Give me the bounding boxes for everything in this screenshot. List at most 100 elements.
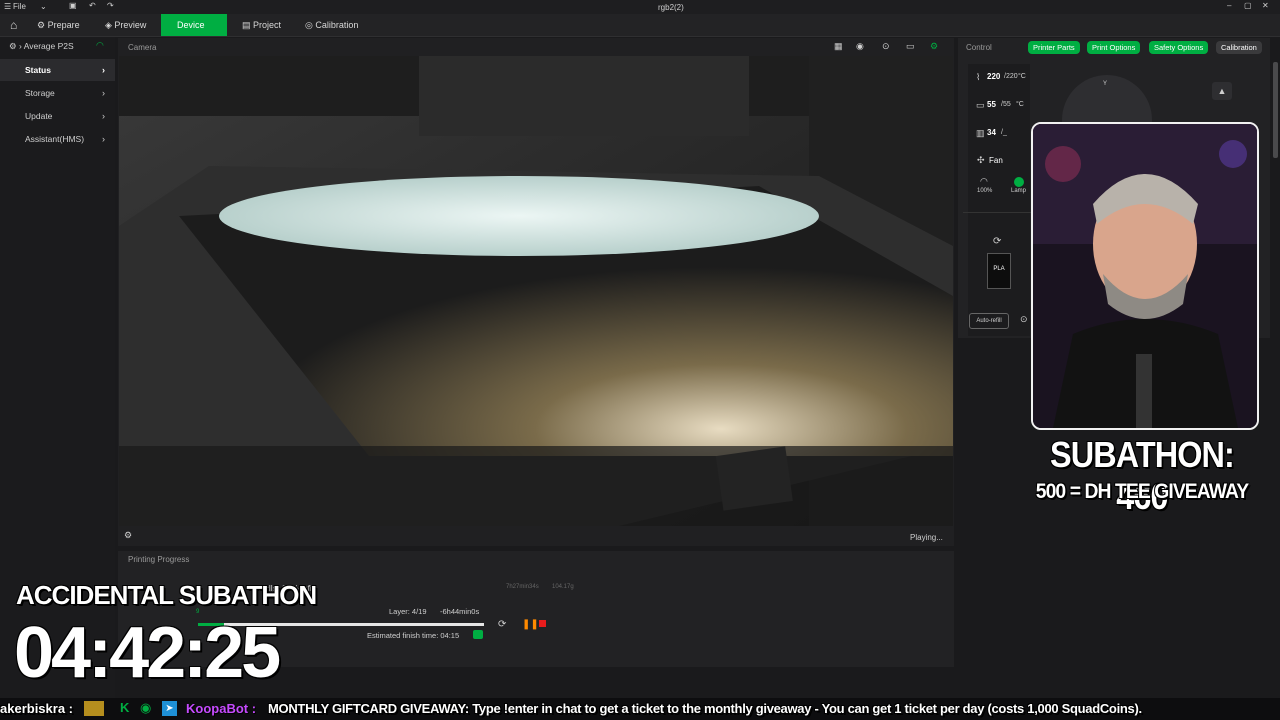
sidebar-item-label: Status	[25, 65, 51, 75]
timer-title: ACCIDENTAL SUBATHON	[16, 580, 317, 610]
safety-options-button[interactable]: Safety Options	[1149, 41, 1209, 54]
remaining-time: -6h44min0s	[440, 607, 480, 616]
printer-parts-label: Printer Parts	[1033, 43, 1075, 52]
xbox-icon: ◉	[140, 700, 152, 715]
bot-icon: ➤	[162, 701, 177, 716]
layer-count: Layer: 4/19	[389, 607, 427, 616]
printer-selector[interactable]: ⚙ › Average P2S	[9, 41, 74, 52]
ams-refresh-icon[interactable]: ⟳	[993, 236, 1001, 247]
tab-device-label: Device	[177, 20, 205, 30]
pause-button[interactable]: ❚❚	[522, 619, 539, 630]
subathon-timer: 04:42:25	[14, 613, 281, 693]
chamber-target: /_	[1001, 129, 1007, 136]
printer-parts-button[interactable]: Printer Parts	[1028, 41, 1080, 54]
badge-icon	[84, 701, 104, 716]
ticker-message: MONTHLY GIFTCARD GIVEAWAY: Type !enter i…	[268, 701, 1142, 716]
arrow-up-icon: ▲	[1217, 86, 1227, 96]
streamer-webcam	[1033, 124, 1257, 428]
filament-slot[interactable]: PLA	[987, 253, 1011, 289]
print-options-button[interactable]: Print Options	[1087, 41, 1141, 54]
chevron-down-icon[interactable]: ⌄	[40, 2, 47, 11]
settings-icon[interactable]: ⚙	[930, 41, 938, 52]
nozzle-icon: ⌇	[976, 72, 981, 82]
nozzle-target[interactable]: /220	[1004, 73, 1018, 80]
video-icon[interactable]: ▭	[906, 41, 915, 52]
chat-ticker: akerbiskra : K ◉ ➤ KoopaBot : MONTHLY GI…	[0, 698, 1280, 720]
temp-unit: °C	[1016, 101, 1024, 108]
kick-icon: K	[120, 700, 130, 715]
bed-temp[interactable]: 55	[987, 100, 996, 109]
chevron-right-icon: ›	[102, 65, 105, 75]
tab-prepare[interactable]: ⚙ Prepare	[31, 14, 86, 36]
maximize-icon[interactable]: ▢	[1244, 1, 1252, 10]
sidebar-item-status[interactable]: Status ›	[0, 59, 115, 81]
sidebar-item-assistant[interactable]: Assistant(HMS) ›	[0, 128, 115, 150]
tab-project[interactable]: ▤ Project	[236, 14, 287, 36]
sidebar-item-label: Assistant(HMS)	[25, 134, 85, 144]
sidebar-item-label: Update	[25, 111, 53, 121]
tab-device[interactable]: Device	[161, 14, 227, 36]
calibration-label: Calibration	[1221, 43, 1257, 52]
camera-feed	[119, 56, 953, 526]
lamp-toggle[interactable]	[1014, 177, 1024, 187]
nozzle-temp[interactable]: 220	[987, 72, 1000, 81]
camera-image	[119, 56, 953, 526]
bed-target[interactable]: /55	[1001, 101, 1011, 108]
z-up-button[interactable]: ▲	[1212, 82, 1232, 100]
chamber-icon: ▥	[976, 128, 985, 138]
undo-icon[interactable]: ↶	[89, 1, 96, 10]
finish-time: Estimated finish time: 04:15	[367, 631, 460, 640]
control-title: Control	[966, 43, 992, 52]
chamber-temp: 34	[987, 128, 996, 137]
stop-button[interactable]	[539, 620, 546, 627]
chevron-right-icon: ›	[102, 111, 105, 121]
fan-speed: 100%	[977, 188, 993, 194]
fan-icon: ✣	[977, 155, 985, 165]
safety-options-label: Safety Options	[1154, 43, 1204, 52]
tab-bar: ⌂ ⚙ Prepare ◈ Preview Device ▤ Project ◎…	[0, 14, 1280, 37]
temp-unit: °C	[1018, 73, 1026, 80]
title-bar: ☰ File ⌄ ▣ ↶ ↷ rgb2(2) – ▢ ✕	[0, 0, 1280, 14]
home-icon[interactable]: ⌂	[4, 14, 23, 36]
camera-title: Camera	[128, 43, 157, 52]
sidebar-item-update[interactable]: Update ›	[0, 105, 115, 127]
tab-preview[interactable]: ◈ Preview	[99, 14, 152, 36]
webcam-overlay	[1031, 122, 1259, 430]
camera-settings-icon[interactable]: ⚙	[124, 530, 132, 541]
calibration-button[interactable]: Calibration	[1216, 41, 1262, 54]
ams-settings-icon[interactable]: ⊙	[1020, 314, 1028, 325]
refresh-icon[interactable]: ⟳	[498, 619, 506, 630]
project-icon: ▤	[242, 20, 254, 30]
printer-name: Average P2S	[23, 41, 74, 51]
print-options-label: Print Options	[1092, 43, 1136, 52]
close-icon[interactable]: ✕	[1262, 1, 1269, 10]
sidebar-item-storage[interactable]: Storage ›	[0, 82, 115, 104]
total-time: 7h27min34s	[506, 584, 539, 590]
ticker-user: akerbiskra :	[0, 701, 73, 716]
filament-weight: 104.17g	[552, 584, 574, 590]
save-icon[interactable]: ▣	[69, 1, 77, 10]
auto-refill-label: Auto-refill	[976, 318, 1002, 324]
scrollbar[interactable]	[1273, 62, 1278, 158]
file-menu[interactable]: File	[13, 2, 26, 11]
monitor-icon[interactable]: ⊙	[882, 41, 890, 52]
menu-icon[interactable]: ☰	[4, 2, 11, 11]
fan-label: Fan	[989, 156, 1003, 165]
timelapse-icon[interactable]: ▦	[834, 41, 843, 52]
recording-icon[interactable]: ◉	[856, 41, 864, 52]
lamp-label: Lamp	[1011, 188, 1027, 194]
bed-icon: ▭	[976, 100, 985, 110]
minimize-icon[interactable]: –	[1227, 1, 1231, 10]
fan-speed-icon[interactable]: ◠	[980, 176, 988, 187]
tab-preview-label: Preview	[114, 20, 147, 30]
status-indicator	[473, 630, 483, 639]
giveaway-goal: 500 = DH TEE GIVEAWAY	[1035, 480, 1249, 503]
wifi-icon: ◠	[96, 40, 104, 50]
tab-calibration[interactable]: ◎ Calibration	[299, 14, 364, 36]
sidebar-item-label: Storage	[25, 88, 55, 98]
auto-refill-button[interactable]: Auto-refill	[969, 313, 1009, 329]
redo-icon[interactable]: ↷	[107, 1, 114, 10]
ticker-bot-name: KoopaBot :	[186, 701, 257, 716]
tab-prepare-label: Prepare	[47, 20, 80, 30]
tab-calibration-label: Calibration	[315, 20, 359, 30]
